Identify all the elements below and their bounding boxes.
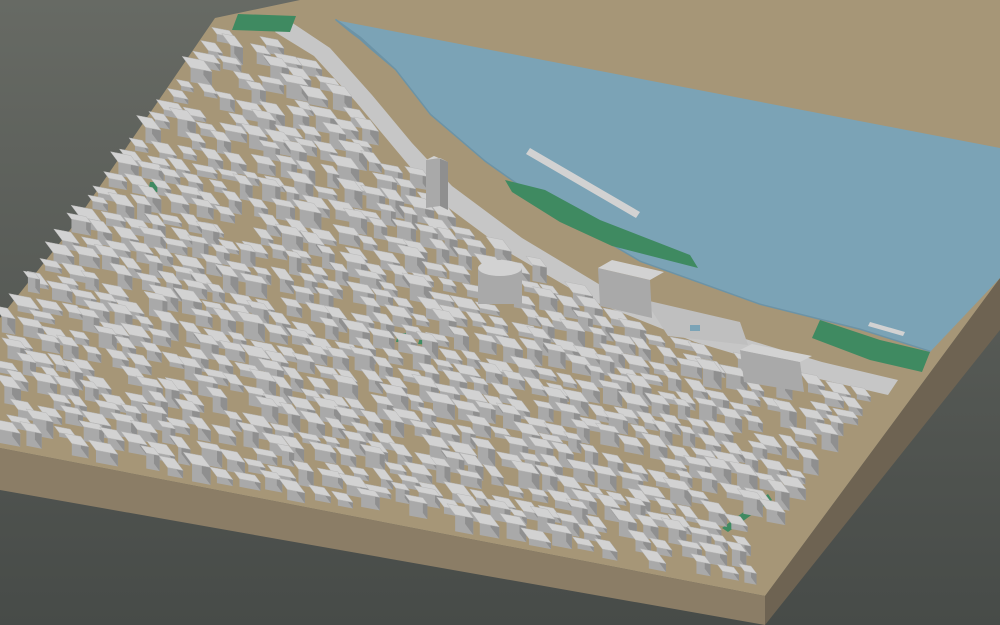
- fountain: [690, 325, 700, 331]
- round-building-roof: [478, 260, 522, 276]
- tower-landmark: [426, 156, 448, 210]
- round-building-landmark: [478, 260, 522, 304]
- tower-side: [440, 158, 448, 210]
- park-north: [232, 14, 296, 32]
- tower-front: [426, 158, 440, 208]
- city-model-scene: [0, 0, 1000, 625]
- city-model-viewport[interactable]: [0, 0, 1000, 625]
